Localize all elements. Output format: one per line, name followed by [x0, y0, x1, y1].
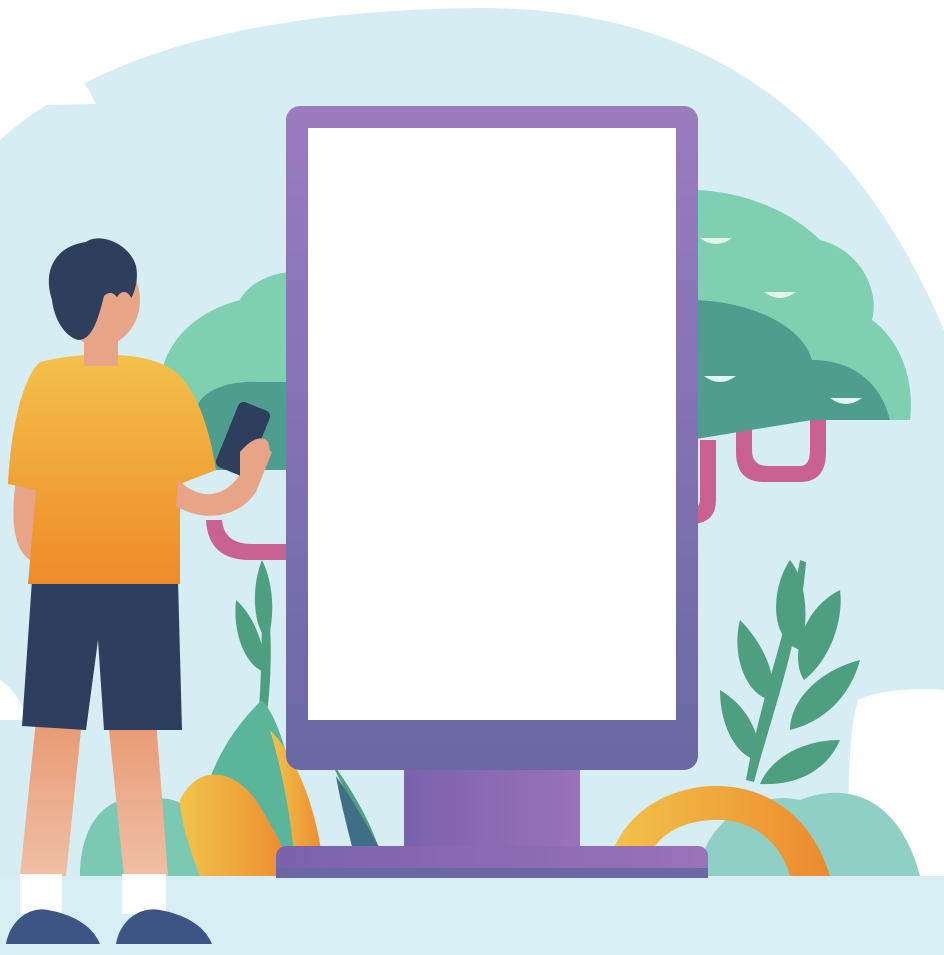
billboard-illustration [0, 8, 944, 955]
person-sock [20, 874, 62, 914]
person-ear [115, 292, 133, 320]
billboard-screen [308, 128, 676, 720]
billboard-foot-shadow [276, 868, 708, 878]
billboard-stand [404, 768, 580, 852]
billboard-icon [286, 106, 698, 770]
person-sock [122, 874, 166, 914]
cloud-icon [0, 30, 96, 106]
